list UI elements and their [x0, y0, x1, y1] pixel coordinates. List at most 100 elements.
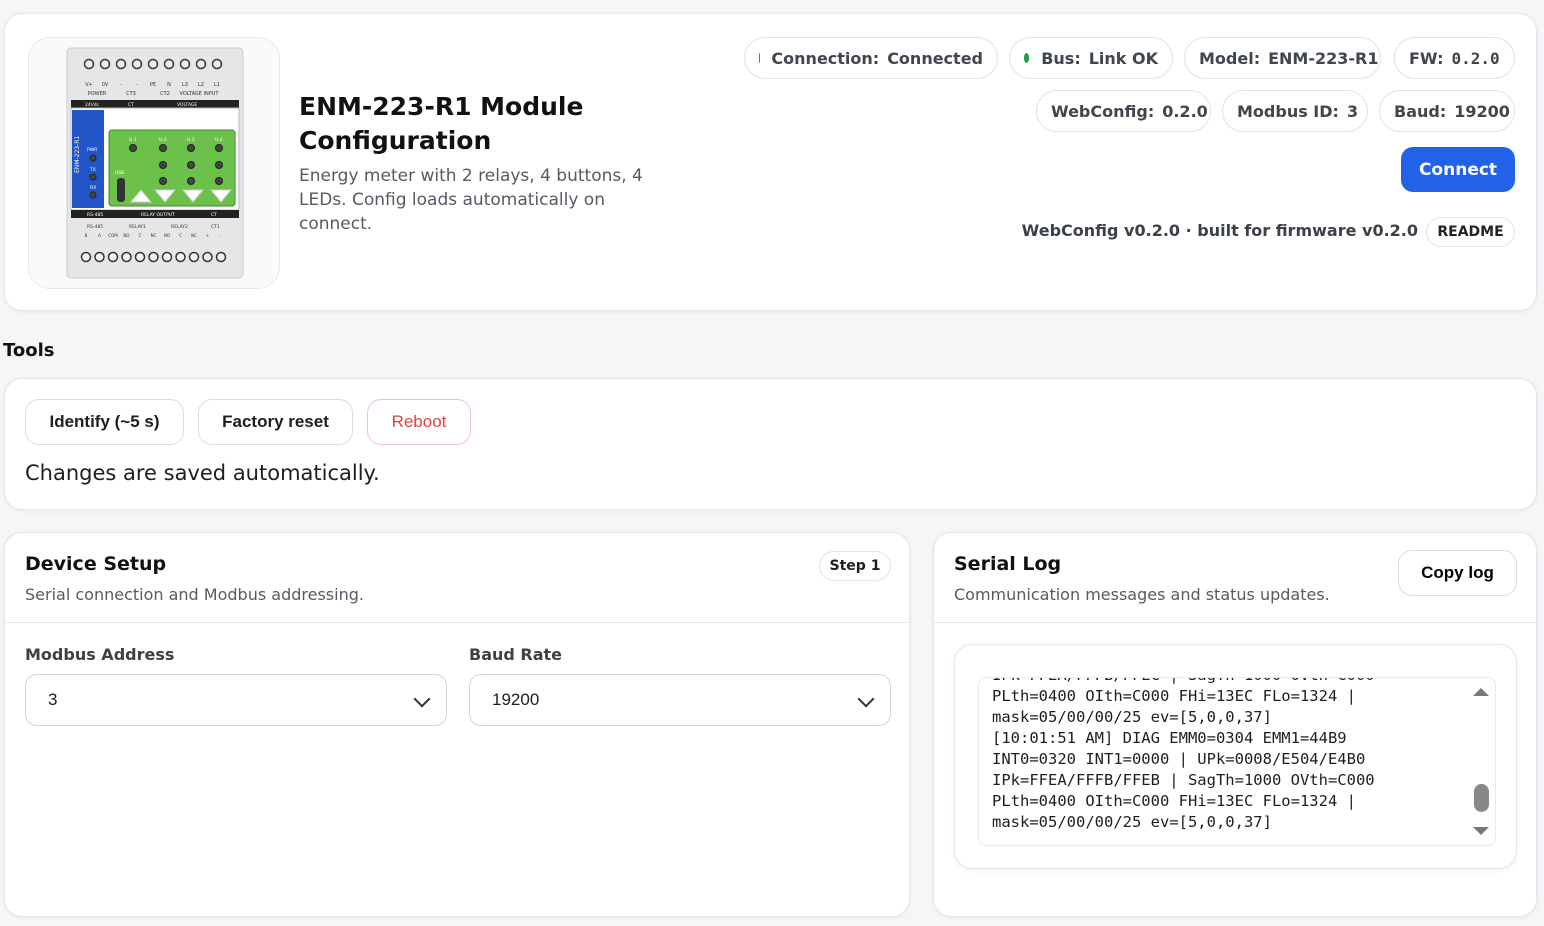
terminal-screw — [147, 58, 159, 70]
terminal-screw — [99, 58, 111, 70]
bottom-group-relay1: RELAY1 — [129, 224, 146, 230]
terminal-screw — [202, 251, 213, 263]
serial-log-divider — [934, 622, 1536, 623]
header-card: V+ 0V - - PE N L3 L2 L1 POWER CT3 CT2 VOLTAGE INPUT … — [4, 13, 1537, 311]
connection-key: Connection: — [771, 48, 880, 68]
led-tx-label: TX — [89, 167, 96, 173]
log-line: INT0=0320 INT1=0000 | UPk=0008/E504/E4B0 — [992, 750, 1366, 768]
bottom-terminal-label: B — [85, 233, 88, 238]
factory-reset-button[interactable]: Factory reset — [198, 399, 353, 445]
baud-rate-value: 19200 — [492, 690, 540, 709]
identify-button[interactable]: Identify (~5 s) — [25, 399, 184, 445]
scroll-down-arrow-icon[interactable] — [1473, 827, 1489, 835]
top-terminal-label: - — [120, 82, 122, 88]
terminal-screw — [115, 58, 127, 70]
baud-value: 19200 — [1454, 101, 1510, 121]
model-pill: Model: ENM-223-R1 — [1184, 37, 1381, 79]
top-group-label: POWER — [88, 91, 107, 97]
bottom-terminal-label: A — [98, 233, 101, 238]
webconfig-value: 0.2.0 — [1162, 101, 1208, 121]
led-pwr-label: PWR — [87, 147, 97, 153]
serial-log-title: Serial Log — [954, 553, 1062, 575]
bottom-band-ct: CT — [211, 212, 217, 218]
reboot-button[interactable]: Reboot — [367, 399, 471, 445]
log-line: IPk=FFEA/FFFB/FFEB | SagTh=1000 OVth=C00… — [992, 771, 1375, 789]
bottom-group-rs485: RS-485 — [87, 224, 103, 230]
device-setup-title: Device Setup — [25, 553, 167, 575]
top-group-label: CT3 — [126, 91, 136, 97]
baud-pill: Baud: 19200 — [1379, 90, 1515, 132]
relay-led-4-label: U.4 — [215, 137, 223, 143]
scrollbar-thumb[interactable] — [1474, 784, 1489, 812]
top-terminal-label: 0V — [102, 82, 109, 88]
log-line: mask=05/00/00/25 ev=[5,0,0,37] — [992, 708, 1272, 726]
top-group-label: CT2 — [160, 91, 170, 97]
model-value: ENM-223-R1 — [1268, 48, 1379, 68]
serial-log-text: IPk=FFEA/FFFB/FFEC | SagTh=1000 OVth=C00… — [992, 678, 1462, 833]
top-band-ct: CT — [128, 102, 134, 108]
terminal-screw — [215, 251, 227, 263]
log-line: PLth=0400 OIth=C000 FHi=13EC FLo=1324 | — [992, 792, 1356, 810]
serial-log-card: Serial Log Communication messages and st… — [933, 532, 1537, 917]
bus-value: Link OK — [1088, 48, 1158, 68]
modbus-address-label: Modbus Address — [25, 645, 175, 664]
top-terminal-label: V+ — [85, 82, 93, 88]
top-terminal-label: PE — [150, 82, 156, 88]
modbus-address-select[interactable]: 3 — [25, 674, 447, 726]
connection-status-pill: Connection: Connected — [744, 37, 998, 79]
module-illustration: V+ 0V - - PE N L3 L2 L1POWER CT3 CT2 VOLTAGE INPUT … — [66, 47, 244, 279]
terminal-screw — [188, 251, 200, 263]
side-model-label: ENM-223-R1 — [74, 136, 81, 173]
firmware-pill: FW: 0.2.0 — [1394, 37, 1515, 79]
terminal-screw — [80, 251, 92, 263]
page-subtitle: Energy meter with 2 relays, 4 buttons, 4… — [299, 166, 643, 234]
bottom-band-relay: RELAY OUTPUT — [141, 212, 175, 218]
terminal-screw — [211, 58, 223, 70]
top-terminal-label: N — [167, 82, 171, 88]
bus-status-dot — [1024, 53, 1030, 63]
top-terminal-label: L1 — [214, 82, 220, 88]
device-setup-divider — [5, 622, 909, 623]
top-terminal-label: - — [136, 82, 138, 88]
terminal-screw — [134, 251, 146, 263]
device-setup-card: Device Setup Serial connection and Modbu… — [4, 532, 910, 917]
scroll-up-arrow-icon[interactable] — [1473, 688, 1489, 696]
baud-rate-label: Baud Rate — [469, 645, 563, 664]
terminal-screw — [131, 58, 143, 70]
relay-led-3-label: U.3 — [187, 137, 195, 143]
modbus-id-value: 3 — [1346, 101, 1359, 121]
copy-log-button[interactable]: Copy log — [1398, 550, 1517, 596]
terminal-screw — [163, 58, 175, 70]
baud-key: Baud: — [1394, 101, 1447, 121]
log-line: [10:01:51 AM] DIAG EMM0=0304 EMM1=44B9 — [992, 729, 1347, 747]
terminal-screw — [83, 58, 95, 70]
serial-log-output[interactable]: IPk=FFEA/FFFB/FFEC | SagTh=1000 OVth=C00… — [978, 677, 1496, 846]
top-band-voltage: VOLTAGE — [177, 102, 197, 108]
baud-rate-select[interactable]: 19200 — [469, 674, 891, 726]
bottom-terminal-label: C — [139, 233, 142, 238]
top-band-24vdc: 24Vdc — [85, 102, 100, 108]
page-title: ENM-223-R1 Module Configuration — [299, 92, 584, 155]
bottom-terminal-label: + — [206, 233, 209, 238]
fw-value: 0.2.0 — [1451, 48, 1500, 68]
terminal-screw — [121, 251, 132, 263]
terminal-screw — [94, 251, 105, 263]
bottom-group-relay2: RELAY2 — [171, 224, 188, 230]
terminal-screw — [107, 251, 119, 263]
serial-log-subtitle: Communication messages and status update… — [954, 585, 1330, 604]
build-info: WebConfig v0.2.0 · built for firmware v0… — [1021, 221, 1418, 240]
top-terminal-label: L3 — [182, 82, 188, 88]
readme-button[interactable]: README — [1426, 217, 1515, 247]
terminal-screw — [148, 251, 159, 263]
webconfig-key: WebConfig: — [1051, 101, 1155, 121]
fw-key: FW: — [1409, 48, 1444, 68]
terminal-screw — [161, 251, 173, 263]
tools-heading: Tools — [3, 340, 55, 361]
terminal-screw — [195, 58, 207, 70]
connect-button[interactable]: Connect — [1401, 147, 1515, 192]
relay-led-1-label: U.1 — [129, 137, 137, 143]
bottom-terminal-label: NO — [164, 233, 170, 238]
bottom-terminal-label: NO — [123, 233, 129, 238]
bottom-terminal-label: C — [179, 233, 182, 238]
modbus-id-pill: Modbus ID: 3 — [1222, 90, 1368, 132]
